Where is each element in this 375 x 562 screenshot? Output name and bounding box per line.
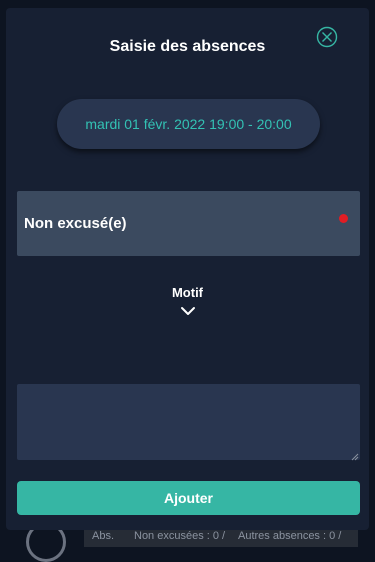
non-excused-count: Non excusées : 0 /: [134, 530, 226, 542]
abs-label: Abs.: [92, 530, 115, 542]
chevron-down-icon: [181, 307, 195, 315]
other-absences-count: Autres absences : 0 /: [238, 530, 342, 542]
close-circle-icon: [316, 26, 338, 48]
close-button[interactable]: [316, 26, 338, 48]
resize-grip-icon[interactable]: [351, 453, 359, 461]
add-button[interactable]: Ajouter: [17, 481, 360, 515]
motif-toggle[interactable]: Motif: [146, 284, 229, 322]
absence-dialog: Saisie des absences mardi 01 févr. 2022 …: [6, 8, 369, 530]
comment-textarea[interactable]: [17, 384, 360, 460]
absence-status-select[interactable]: Non excusé(e): [17, 191, 360, 256]
dialog-title: Saisie des absences: [109, 38, 266, 55]
date-range-selector[interactable]: mardi 01 févr. 2022 19:00 - 20:00: [57, 99, 320, 149]
date-range-text: mardi 01 févr. 2022 19:00 - 20:00: [85, 116, 292, 132]
motif-label: Motif: [171, 285, 204, 300]
status-indicator-dot: [339, 214, 348, 223]
status-label: Non excusé(e): [24, 215, 127, 232]
